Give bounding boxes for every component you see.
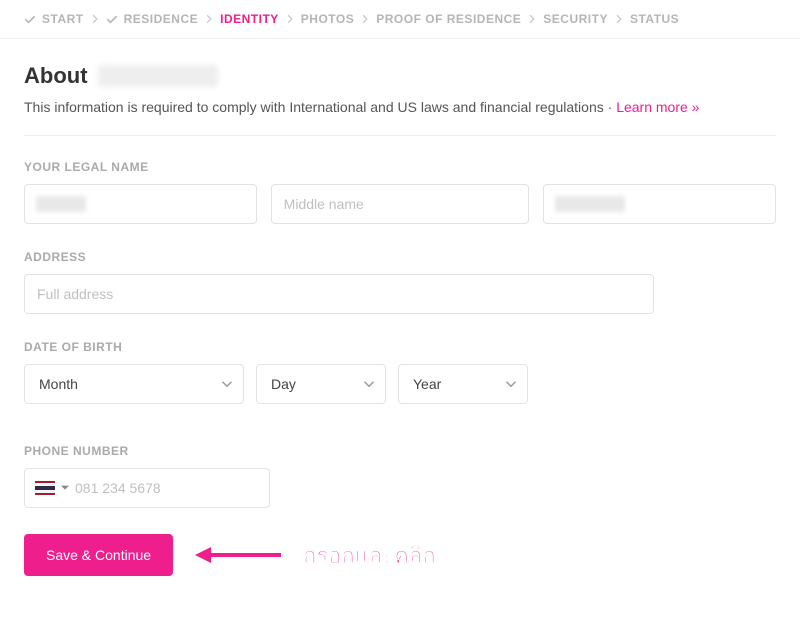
learn-more-link[interactable]: Learn more »	[616, 99, 699, 115]
crumb-label: START	[42, 12, 84, 26]
chevron-right-icon	[360, 14, 370, 24]
crumb-status[interactable]: STATUS	[630, 12, 679, 26]
chevron-right-icon	[285, 14, 295, 24]
redacted-name	[98, 65, 218, 87]
month-value: Month	[39, 376, 221, 392]
crumb-label: IDENTITY	[220, 12, 279, 26]
chevron-right-icon	[527, 14, 537, 24]
year-select[interactable]: Year	[398, 364, 528, 404]
page-title: About	[24, 63, 88, 89]
crumb-identity[interactable]: IDENTITY	[220, 12, 279, 26]
last-name-input[interactable]	[543, 184, 776, 224]
chevron-down-icon	[221, 378, 233, 390]
crumb-residence[interactable]: RESIDENCE	[106, 12, 199, 26]
save-continue-button[interactable]: Save & Continue	[24, 534, 173, 576]
crumb-label: RESIDENCE	[124, 12, 199, 26]
crumb-security[interactable]: SECURITY	[543, 12, 608, 26]
month-select[interactable]: Month	[24, 364, 244, 404]
chevron-down-icon	[505, 378, 517, 390]
compliance-text: This information is required to comply w…	[24, 99, 776, 115]
thailand-flag-icon[interactable]	[35, 481, 55, 495]
arrow-left-icon	[193, 542, 283, 568]
heading-row: About	[24, 63, 776, 89]
breadcrumb: START RESIDENCE IDENTITY PHOTOS PROOF OF…	[0, 0, 800, 39]
crumb-label: PROOF OF RESIDENCE	[376, 12, 521, 26]
crumb-label: PHOTOS	[301, 12, 354, 26]
address-label: ADDRESS	[24, 250, 776, 264]
middle-name-input[interactable]	[271, 184, 530, 224]
chevron-down-icon	[363, 378, 375, 390]
phone-label: PHONE NUMBER	[24, 444, 776, 458]
action-row: Save & Continue กรอกและคลิก	[24, 534, 776, 576]
phone-input[interactable]	[75, 480, 259, 496]
chevron-right-icon	[90, 14, 100, 24]
legal-name-label: YOUR LEGAL NAME	[24, 160, 776, 174]
crumb-label: STATUS	[630, 12, 679, 26]
chevron-right-icon	[614, 14, 624, 24]
check-icon	[106, 13, 118, 25]
subtext-body: This information is required to comply w…	[24, 99, 616, 115]
crumb-start[interactable]: START	[24, 12, 84, 26]
divider	[24, 135, 776, 136]
annotation-text: กรอกและคลิก	[303, 538, 436, 573]
address-input[interactable]	[24, 274, 654, 314]
phone-field	[24, 468, 270, 508]
year-value: Year	[413, 376, 505, 392]
content: About This information is required to co…	[0, 39, 800, 600]
crumb-photos[interactable]: PHOTOS	[301, 12, 354, 26]
dob-label: DATE OF BIRTH	[24, 340, 776, 354]
crumb-label: SECURITY	[543, 12, 608, 26]
day-select[interactable]: Day	[256, 364, 386, 404]
caret-down-icon[interactable]	[61, 484, 69, 492]
check-icon	[24, 13, 36, 25]
first-name-input[interactable]	[24, 184, 257, 224]
day-value: Day	[271, 376, 363, 392]
chevron-right-icon	[204, 14, 214, 24]
crumb-proof[interactable]: PROOF OF RESIDENCE	[376, 12, 521, 26]
